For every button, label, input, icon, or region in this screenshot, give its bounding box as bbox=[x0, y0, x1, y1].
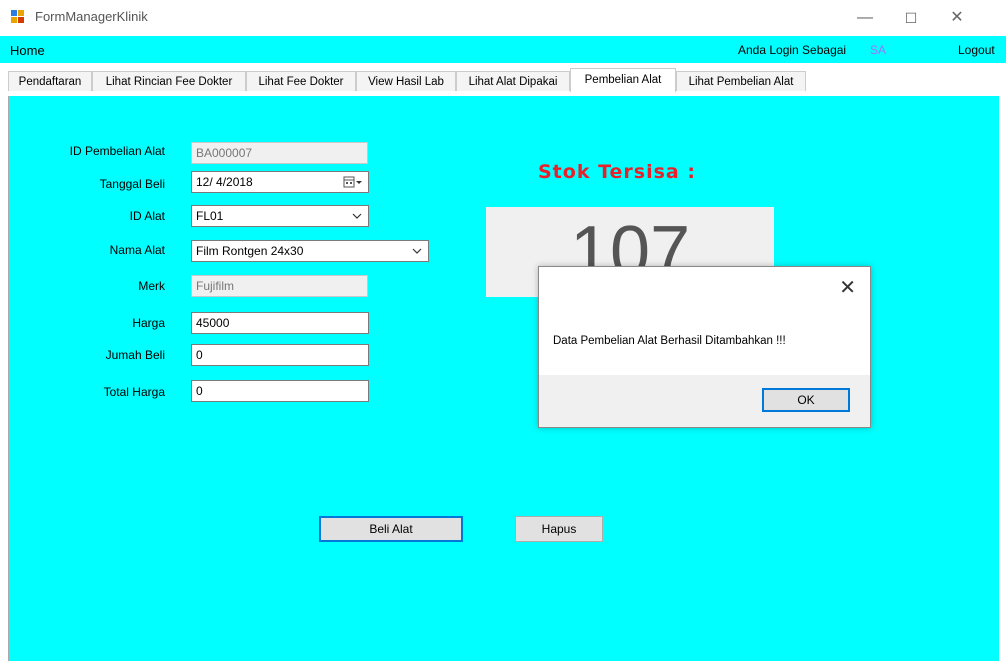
harga-value: 45000 bbox=[196, 316, 230, 330]
label-total-harga: Total Harga bbox=[103, 385, 165, 399]
label-nama-alat: Nama Alat bbox=[109, 243, 165, 257]
label-merk: Merk bbox=[138, 279, 165, 293]
dialog-footer: OK bbox=[539, 375, 870, 427]
tab-pendaftaran[interactable]: Pendaftaran bbox=[8, 71, 92, 91]
tab-lihat-rincian-fee-dokter[interactable]: Lihat Rincian Fee Dokter bbox=[92, 71, 246, 91]
tab-lihat-fee-dokter[interactable]: Lihat Fee Dokter bbox=[246, 71, 356, 91]
menu-bar: Home Anda Login Sebagai SA Logout bbox=[0, 36, 1006, 63]
id-pembelian-value: BA000007 bbox=[196, 146, 253, 160]
tab-strip: Pendaftaran Lihat Rincian Fee Dokter Lih… bbox=[0, 63, 1006, 96]
tab-lihat-pembelian-alat[interactable]: Lihat Pembelian Alat bbox=[676, 71, 806, 91]
jumlah-beli-field[interactable]: 0 bbox=[191, 344, 369, 366]
dialog-message: Data Pembelian Alat Berhasil Ditambahkan… bbox=[553, 335, 786, 347]
ok-button[interactable]: OK bbox=[762, 388, 850, 412]
label-jumlah-beli: Jumah Beli bbox=[105, 348, 165, 362]
message-dialog: ✕ Data Pembelian Alat Berhasil Ditambahk… bbox=[538, 266, 871, 428]
calendar-dropdown-icon[interactable] bbox=[342, 174, 364, 190]
jumlah-beli-value: 0 bbox=[196, 348, 203, 362]
login-user: SA bbox=[870, 43, 887, 57]
merk-value: Fujifilm bbox=[196, 279, 234, 293]
close-window-button[interactable]: ✕ bbox=[934, 0, 980, 36]
harga-field[interactable]: 45000 bbox=[191, 312, 369, 334]
chevron-down-icon bbox=[352, 206, 362, 234]
chevron-down-icon bbox=[412, 241, 422, 269]
window-title: FormManagerKlinik bbox=[35, 9, 148, 24]
maximize-button[interactable]: ☐ bbox=[888, 0, 934, 36]
minimize-button[interactable]: — bbox=[842, 0, 888, 36]
menu-logout[interactable]: Logout bbox=[958, 43, 995, 57]
nama-alat-combo[interactable]: Film Rontgen 24x30 bbox=[191, 240, 429, 262]
id-alat-combo[interactable]: FL01 bbox=[191, 205, 369, 227]
tanggal-beli-picker[interactable]: 12/ 4/2018 bbox=[191, 171, 369, 193]
tab-view-hasil-lab[interactable]: View Hasil Lab bbox=[356, 71, 456, 91]
id-alat-value: FL01 bbox=[196, 209, 224, 223]
tanggal-beli-value: 12/ 4/2018 bbox=[196, 175, 253, 189]
stok-title: Stok Tersisa : bbox=[538, 161, 696, 183]
label-id-alat: ID Alat bbox=[129, 209, 165, 223]
login-label: Anda Login Sebagai bbox=[738, 43, 847, 57]
total-harga-field[interactable]: 0 bbox=[191, 380, 369, 402]
title-bar: FormManagerKlinik — ☐ ✕ bbox=[0, 0, 1006, 36]
tab-lihat-alat-dipakai[interactable]: Lihat Alat Dipakai bbox=[456, 71, 570, 91]
beli-alat-button[interactable]: Beli Alat bbox=[319, 516, 463, 542]
hapus-button[interactable]: Hapus bbox=[515, 516, 603, 542]
merk-field: Fujifilm bbox=[191, 275, 368, 297]
app-icon bbox=[11, 10, 25, 24]
label-id-pembelian: ID Pembelian Alat bbox=[69, 144, 165, 158]
label-harga: Harga bbox=[132, 316, 165, 330]
id-pembelian-field: BA000007 bbox=[191, 142, 368, 164]
tab-pembelian-alat[interactable]: Pembelian Alat bbox=[570, 68, 676, 92]
total-harga-value: 0 bbox=[196, 384, 203, 398]
dialog-close-icon[interactable]: ✕ bbox=[839, 275, 856, 300]
nama-alat-value: Film Rontgen 24x30 bbox=[196, 244, 304, 258]
label-tanggal-beli: Tanggal Beli bbox=[99, 177, 165, 191]
menu-home[interactable]: Home bbox=[10, 43, 45, 58]
